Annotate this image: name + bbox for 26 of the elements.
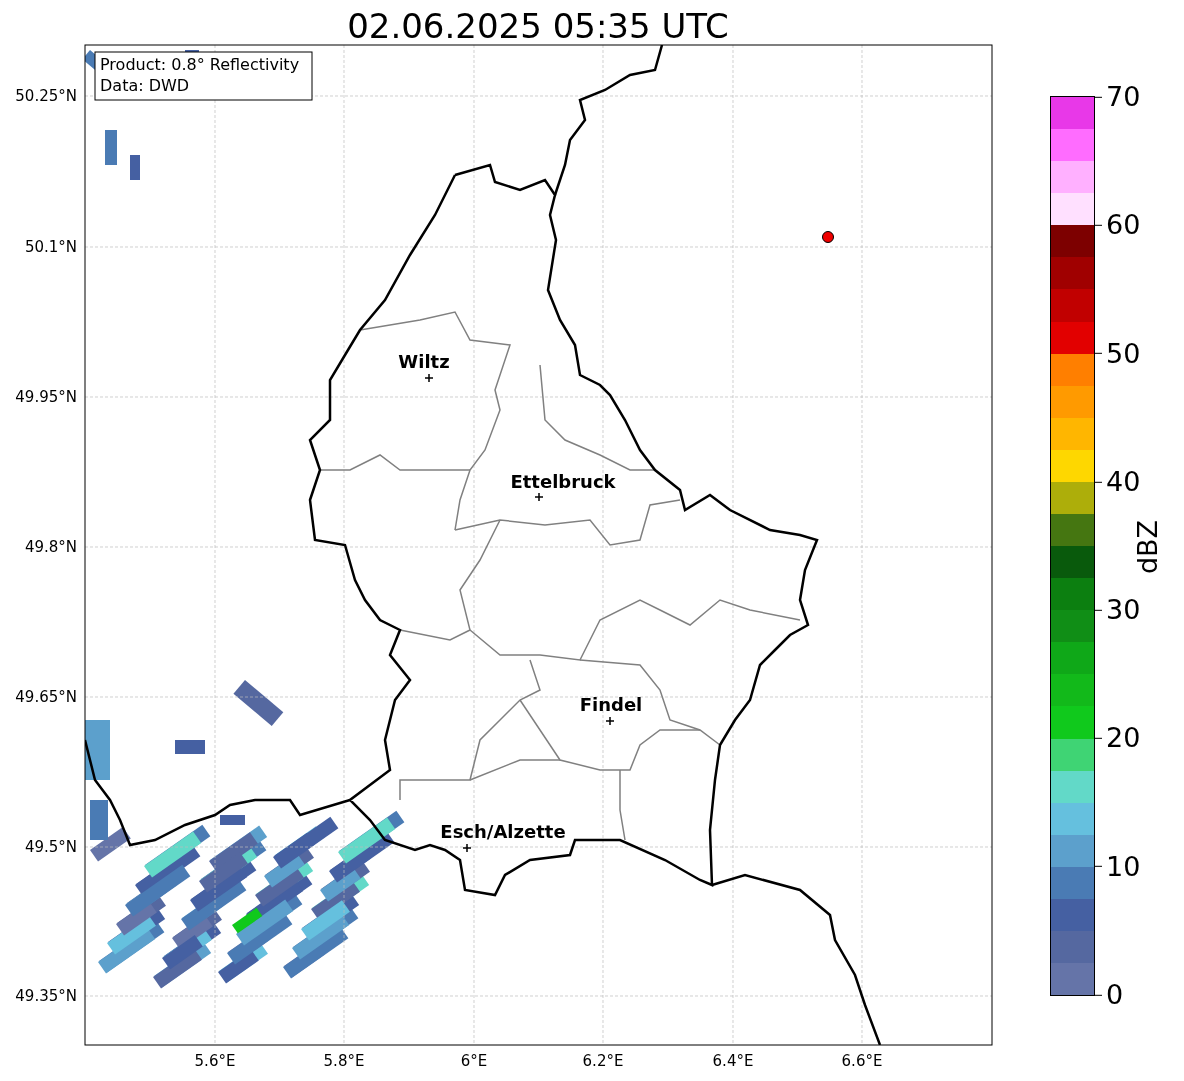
colorbar-label: dBZ bbox=[1131, 519, 1163, 575]
latitude-label: 49.8°N bbox=[24, 538, 77, 556]
latitude-label: 49.5°N bbox=[24, 838, 77, 856]
info-text: Data: DWD bbox=[100, 76, 190, 95]
figure-title: 02.06.2025 05:35 UTC bbox=[347, 6, 729, 46]
city-marker-icon bbox=[462, 843, 472, 853]
longitude-label: 5.8°E bbox=[323, 1052, 365, 1070]
longitude-label: 6.6°E bbox=[841, 1052, 883, 1070]
city-marker-icon bbox=[605, 716, 615, 726]
city-label: Wiltz bbox=[398, 351, 450, 372]
latitude-label: 50.1°N bbox=[24, 238, 77, 256]
station-dot bbox=[822, 231, 834, 243]
city-label: Ettelbruck bbox=[510, 471, 616, 492]
city-label: Esch/Alzette bbox=[440, 821, 566, 842]
latitude-label: 50.25°N bbox=[15, 87, 77, 105]
longitude-label: 6.2°E bbox=[582, 1052, 624, 1070]
longitude-label: 6.4°E bbox=[712, 1052, 754, 1070]
longitude-label: 6°E bbox=[460, 1052, 488, 1070]
city-marker-icon bbox=[534, 492, 544, 502]
city-marker-icon bbox=[424, 373, 434, 383]
info-text: Product: 0.8° Reflectivity bbox=[100, 55, 300, 74]
longitude-label: 5.6°E bbox=[194, 1052, 236, 1070]
latitude-label: 49.95°N bbox=[15, 388, 77, 406]
city-label: Findel bbox=[579, 694, 643, 715]
latitude-label: 49.65°N bbox=[15, 688, 77, 706]
latitude-label: 49.35°N bbox=[15, 987, 77, 1005]
